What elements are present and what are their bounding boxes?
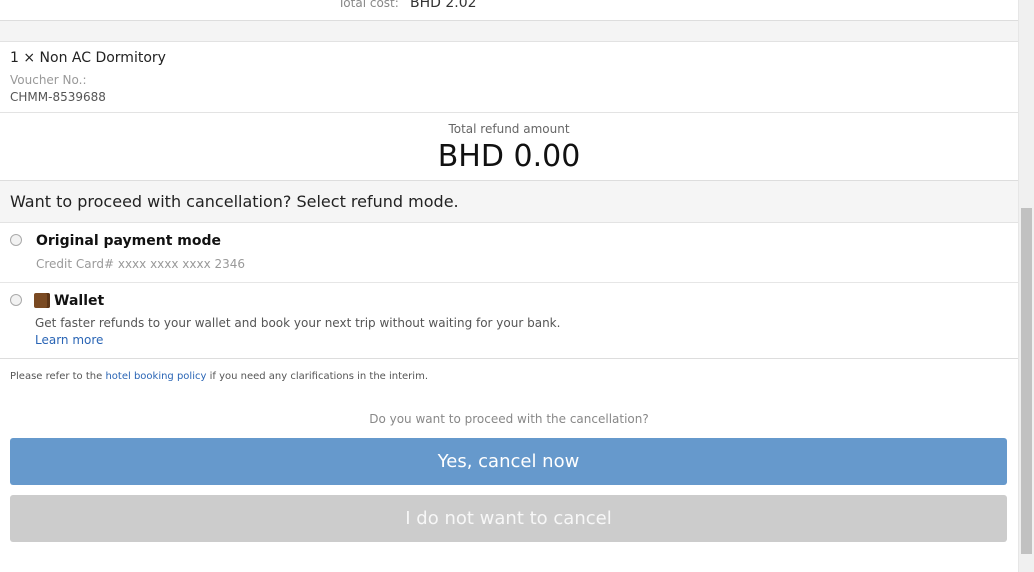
policy-prefix: Please refer to the [10, 371, 106, 382]
policy-note: Please refer to the hotel booking policy… [10, 371, 428, 382]
section-divider [0, 21, 1018, 42]
cancellation-page: Total cost: BHD 2.02 1 × Non AC Dormitor… [0, 0, 1018, 572]
refund-mode-question: Want to proceed with cancellation? Selec… [10, 192, 459, 211]
refund-amount: BHD 0.00 [437, 139, 581, 174]
wallet-icon [34, 293, 50, 308]
voucher-label: Voucher No.: [10, 73, 87, 87]
wallet-radio[interactable] [10, 294, 22, 306]
total-cost-label: Total cost: [338, 0, 399, 10]
confirm-question: Do you want to proceed with the cancella… [369, 412, 649, 426]
credit-card-info: Credit Card# xxxx xxxx xxxx 2346 [36, 257, 246, 271]
room-details: 1 × Non AC Dormitory Voucher No.: CHMM-8… [0, 42, 1018, 113]
policy-suffix: if you need any clarifications in the in… [206, 371, 428, 382]
refund-option-original[interactable]: Original payment mode Credit Card# xxxx … [0, 223, 1018, 283]
refund-label: Total refund amount [448, 122, 570, 136]
wallet-description: Get faster refunds to your wallet and bo… [35, 316, 561, 330]
vertical-scrollbar[interactable] [1018, 0, 1034, 572]
refund-option-wallet[interactable]: Wallet Get faster refunds to your wallet… [0, 283, 1018, 359]
do-not-cancel-button[interactable]: I do not want to cancel [10, 495, 1007, 542]
total-cost-row: Total cost: BHD 2.02 [0, 0, 1018, 21]
refund-summary: Total refund amount BHD 0.00 [0, 113, 1018, 181]
original-payment-radio[interactable] [10, 234, 22, 246]
hotel-booking-policy-link[interactable]: hotel booking policy [105, 371, 206, 382]
yes-cancel-button[interactable]: Yes, cancel now [10, 438, 1007, 485]
total-cost-value: BHD 2.02 [410, 0, 477, 11]
voucher-number: CHMM-8539688 [10, 90, 106, 104]
option-title: Wallet [54, 293, 105, 309]
learn-more-link[interactable]: Learn more [35, 333, 103, 347]
room-title: 1 × Non AC Dormitory [10, 50, 166, 66]
option-title: Original payment mode [36, 233, 222, 249]
scrollbar-thumb[interactable] [1021, 208, 1032, 554]
refund-mode-header: Want to proceed with cancellation? Selec… [0, 181, 1018, 223]
